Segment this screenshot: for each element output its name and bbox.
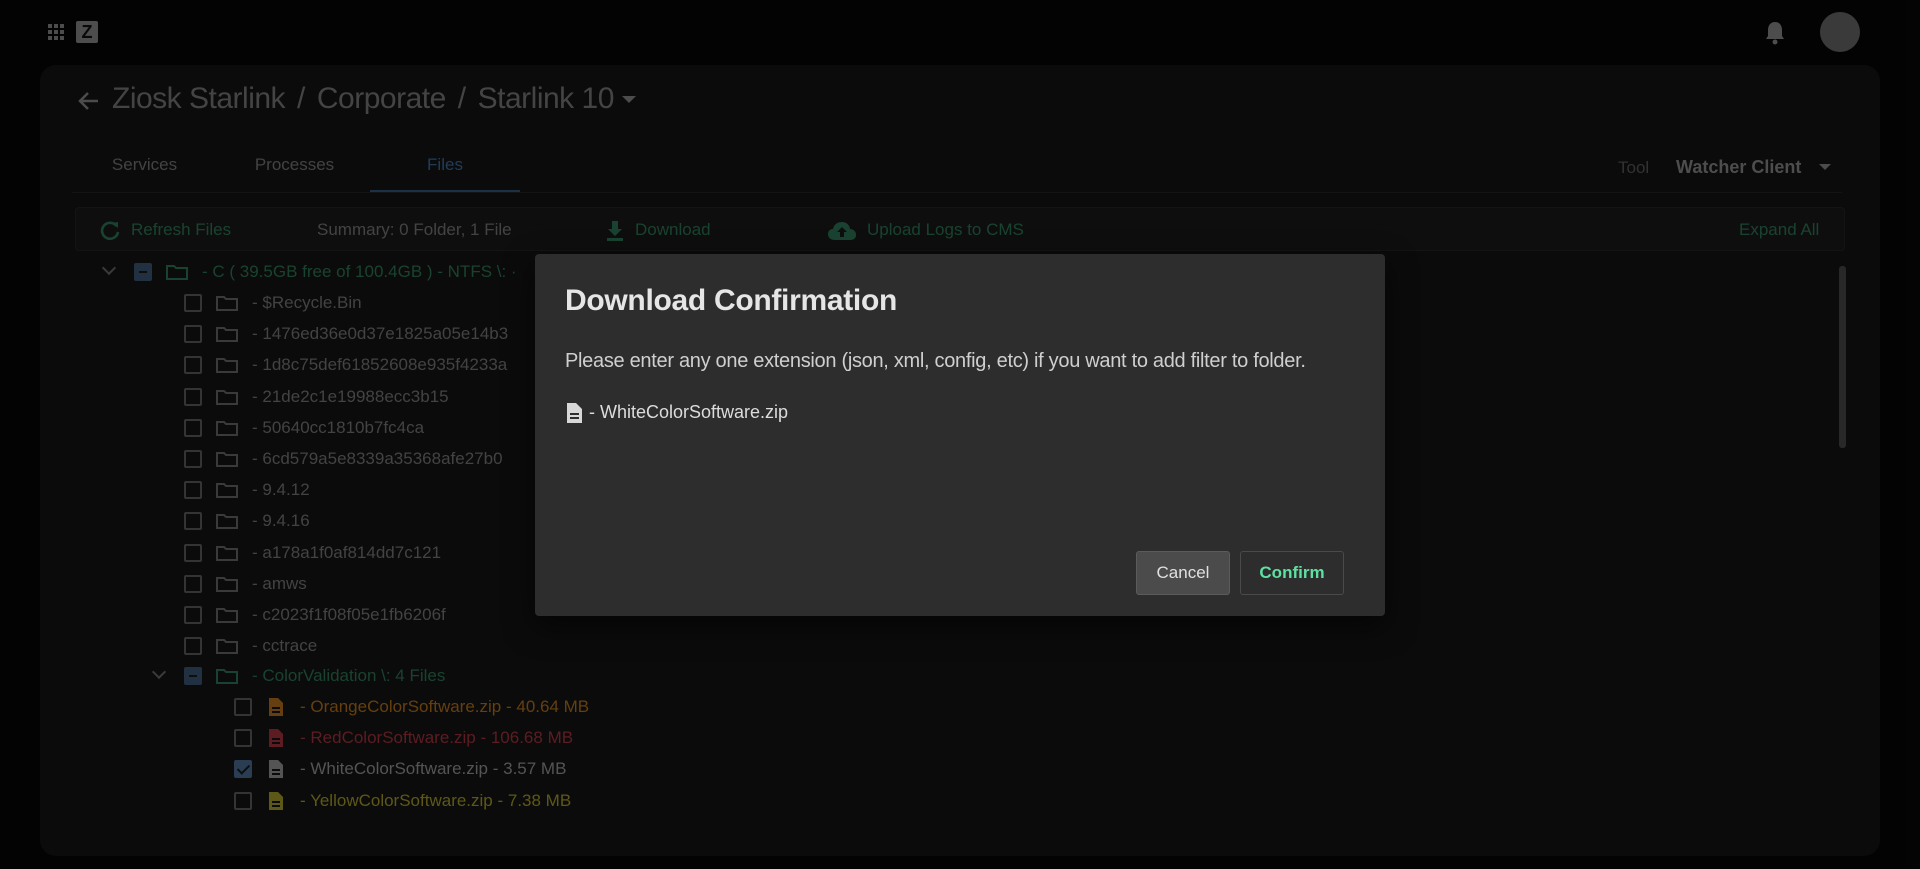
cancel-button[interactable]: Cancel (1136, 551, 1230, 595)
dialog-file-label: - WhiteColorSoftware.zip (589, 402, 789, 422)
dialog-message: Please enter any one extension (json, xm… (565, 350, 1306, 372)
dialog-title: Download Confirmation (565, 284, 898, 317)
download-confirmation-dialog: Download Confirmation Please enter any o… (535, 254, 1385, 616)
dialog-file-item: - WhiteColorSoftware.zip (565, 402, 788, 424)
confirm-button[interactable]: Confirm (1240, 551, 1344, 595)
file-icon (567, 403, 582, 424)
